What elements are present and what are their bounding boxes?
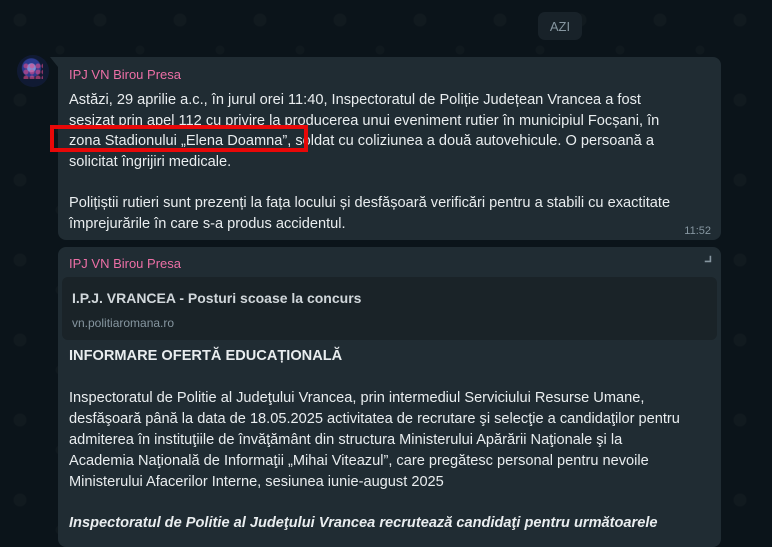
message-line: solicitat îngrijiri medicale. (69, 153, 232, 170)
sender-name[interactable]: IPJ VN Birou Presa (69, 67, 181, 82)
message-line: zona Stadionului „Elena Doamna”, soldat … (69, 133, 654, 150)
link-preview[interactable]: I.P.J. VRANCEA - Posturi scoase la concu… (62, 277, 717, 340)
link-preview-title: I.P.J. VRANCEA - Posturi scoase la concu… (72, 290, 362, 306)
chevron-down-icon[interactable] (702, 253, 716, 267)
message-line: împrejurările în care s-a produs acciden… (69, 215, 346, 232)
link-preview-url: vn.politiaromana.ro (72, 316, 175, 330)
message-line: Ministerului Afacerilor Interne, sesiune… (69, 474, 444, 490)
message-line: Astăzi, 29 aprilie a.c., în jurul orei 1… (69, 92, 641, 108)
message-heading: INFORMARE OFERTĂ EDUCAȚIONALĂ (69, 348, 343, 364)
message-line (69, 172, 709, 193)
message-line: Academia Naţională de Informaţii „Mihai … (69, 453, 649, 469)
message-timestamp: 11:52 (684, 225, 711, 237)
sender-avatar[interactable] (17, 55, 49, 87)
message-text: Astăzi, 29 aprilie a.c., în jurul orei 1… (69, 90, 709, 234)
message-line: Inspectoratul de Politie al Judeţului Vr… (69, 390, 645, 406)
sender-name[interactable]: IPJ VN Birou Presa (69, 256, 181, 271)
message-line: sesizat prin apel 112 cu privire la prod… (69, 112, 660, 129)
date-separator: AZI (538, 12, 582, 40)
message-line: desfăşoară până la data de 18.05.2025 ac… (69, 411, 680, 427)
message-line: Polițiștii rutieri sunt prezenți la fața… (69, 194, 671, 211)
message-line: admiterea în instituţiile de învăţământ … (69, 432, 623, 448)
message-bold-italic-line: Inspectoratul de Politie al Judeţului Vr… (69, 515, 658, 531)
message-bubble[interactable]: IPJ VN Birou Presa I.P.J. VRANCEA - Post… (58, 247, 721, 547)
message-text: Inspectoratul de Politie al Judeţului Vr… (69, 388, 709, 493)
message-bubble[interactable]: IPJ VN Birou Presa Astăzi, 29 aprilie a.… (50, 57, 721, 240)
